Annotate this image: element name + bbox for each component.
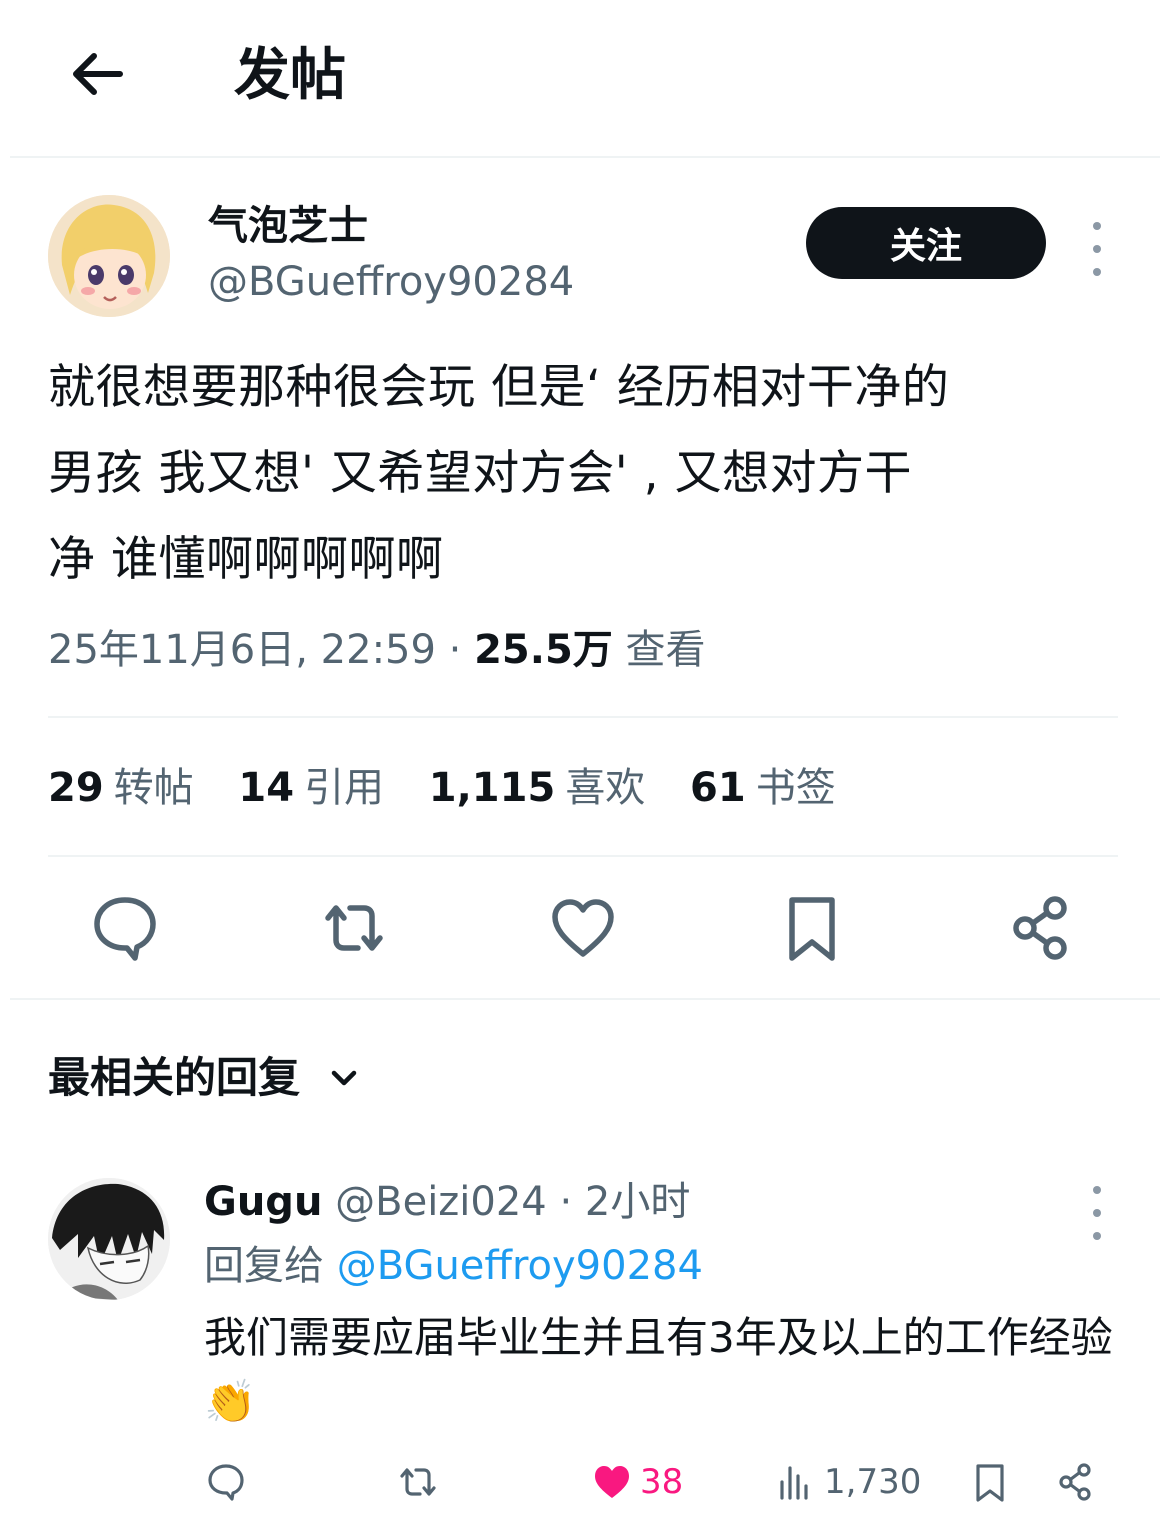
reply-action-bar: 38 1,730 (0, 1450, 1169, 1514)
post-text-line: 净 谁懂啊啊啊啊啊 (48, 532, 444, 587)
post-text-line: 男孩 我又想' 又希望对方会' , 又想对方干 (48, 446, 913, 501)
reply-views-button[interactable]: 1,730 (774, 1458, 921, 1506)
repost-button[interactable] (316, 890, 392, 966)
reply-button[interactable] (87, 890, 163, 966)
views-count: 25.5万 (474, 627, 613, 673)
like-filled-icon (595, 1466, 629, 1498)
bookmark-button[interactable] (774, 890, 850, 966)
author-name[interactable]: 气泡芝士 (208, 200, 368, 252)
cartoon-girl-avatar-image (48, 195, 170, 317)
top-bar: 发帖 (0, 0, 1169, 158)
actions-divider (10, 998, 1160, 1000)
reply-icon (94, 897, 156, 961)
bookmark-icon (976, 1464, 1004, 1502)
reply-header: Gugu @Beizi024 · 2小时 (204, 1174, 690, 1230)
stat-bookmarks[interactable]: 61 书签 (690, 765, 836, 811)
back-button[interactable] (68, 44, 128, 104)
stats-divider (48, 855, 1118, 857)
reply-reply-button[interactable] (204, 1458, 248, 1506)
post-date[interactable]: 25年11月6日, 22:59 · (48, 627, 474, 673)
post-meta: 25年11月6日, 22:59 · 25.5万 查看 (48, 620, 706, 680)
bookmark-icon (789, 897, 835, 961)
header-divider (10, 156, 1160, 158)
reply-to-line: 回复给 @BGueffroy90284 (204, 1238, 703, 1294)
reply-to-label: 回复给 (204, 1243, 337, 1289)
follow-button[interactable]: 关注 (806, 207, 1046, 279)
replies-sort-label: 最相关的回复 (48, 1053, 301, 1102)
author-handle[interactable]: @BGueffroy90284 (208, 256, 574, 308)
like-icon (552, 899, 614, 957)
share-icon (1059, 1463, 1091, 1501)
page-title: 发帖 (234, 43, 346, 108)
reply-to-handle[interactable]: @BGueffroy90284 (337, 1243, 703, 1289)
share-icon (1013, 896, 1067, 960)
reply-author-name[interactable]: Gugu (204, 1179, 322, 1225)
reply-avatar[interactable] (48, 1178, 170, 1300)
reply-text: 我们需要应届毕业生并且有3年及以上的工作经验👏 (204, 1313, 1113, 1426)
reply-like-count: 38 (640, 1462, 684, 1502)
post-text: 就很想要那种很会玩 但是‘ 经历相对干净的 男孩 我又想' 又希望对方会' , … (48, 345, 1128, 603)
stat-likes[interactable]: 1,115 喜欢 (429, 765, 646, 811)
views-label: 查看 (612, 627, 706, 673)
views-icon (780, 1466, 808, 1500)
manga-boy-avatar-image (48, 1178, 170, 1300)
reply-icon (208, 1464, 244, 1501)
repost-icon (325, 905, 383, 951)
more-icon[interactable] (1085, 222, 1109, 276)
repost-icon (400, 1468, 436, 1496)
back-arrow-icon (73, 53, 123, 95)
post-text-line: 就很想要那种很会玩 但是‘ 经历相对干净的 (48, 360, 950, 415)
reply-bookmark-button[interactable] (968, 1458, 1012, 1506)
stat-reposts[interactable]: 29 转帖 (48, 765, 194, 811)
reply-like-button[interactable]: 38 (590, 1458, 683, 1506)
meta-divider (48, 716, 1118, 718)
author-avatar[interactable] (48, 195, 170, 317)
like-button[interactable] (545, 890, 621, 966)
chevron-down-icon (331, 1070, 357, 1086)
more-icon[interactable] (1085, 1186, 1109, 1240)
replies-sort-dropdown[interactable]: 最相关的回复 (48, 1048, 362, 1108)
reply-handle-time[interactable]: @Beizi024 · 2小时 (322, 1179, 690, 1225)
reply-views-count: 1,730 (824, 1462, 922, 1502)
post-stats: 29 转帖 14 引用 1,115 喜欢 61 书签 (48, 758, 868, 818)
share-button[interactable] (1003, 890, 1079, 966)
stat-quotes[interactable]: 14 引用 (238, 765, 384, 811)
reply-share-button[interactable] (1054, 1458, 1098, 1506)
reply-repost-button[interactable] (396, 1458, 440, 1506)
